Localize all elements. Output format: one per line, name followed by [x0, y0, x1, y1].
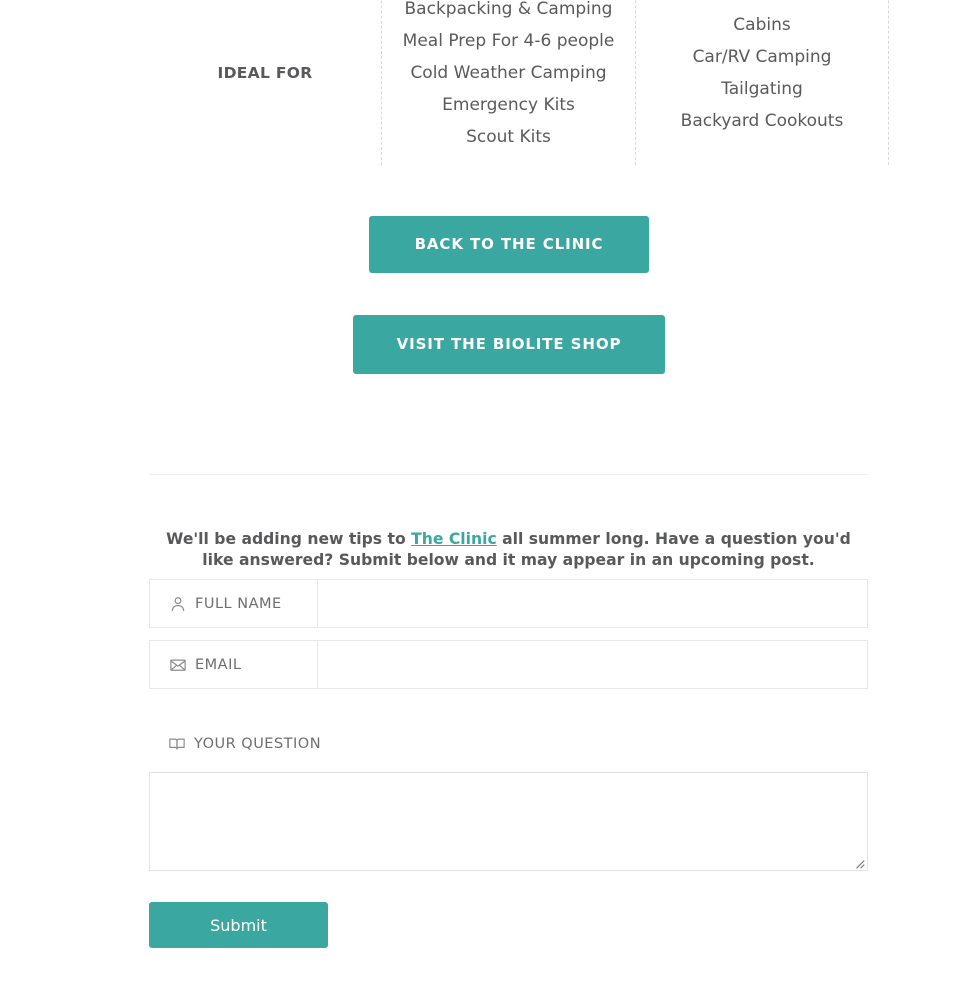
envelope-icon: [170, 659, 186, 671]
full-name-label: FULL NAME: [195, 595, 282, 612]
list-item: Meal Prep For 4-6 people: [402, 31, 615, 51]
list-item: Scout Kits: [466, 127, 551, 147]
full-name-label-box: FULL NAME: [149, 579, 318, 628]
ideal-for-label: IDEAL FOR: [217, 64, 313, 82]
intro-text-before: We'll be adding new tips to: [166, 529, 412, 548]
your-question-label: YOUR QUESTION: [194, 736, 322, 752]
list-item: Backyard Cookouts: [680, 111, 844, 131]
the-clinic-link[interactable]: The Clinic: [411, 530, 497, 548]
list-item: Cold Weather Camping: [410, 63, 607, 83]
email-input[interactable]: [318, 640, 868, 689]
ideal-for-label-cell: IDEAL FOR: [149, 0, 381, 165]
full-name-input[interactable]: [318, 579, 868, 628]
intro-paragraph: We'll be adding new tips to The Clinic a…: [149, 529, 868, 571]
list-item: Tailgating: [721, 79, 803, 99]
your-question-textarea-wrap: [149, 772, 868, 871]
back-to-clinic-button[interactable]: BACK TO THE CLINIC: [369, 216, 649, 273]
visit-biolite-shop-button[interactable]: VISIT THE BIOLITE SHOP: [353, 315, 665, 374]
email-label: EMAIL: [195, 656, 242, 673]
full-name-field-row: FULL NAME: [149, 579, 868, 628]
your-question-textarea[interactable]: [149, 772, 868, 871]
list-item: Cabins: [733, 15, 791, 35]
question-submission-form: FULL NAME EMAIL YOUR QUESTION Submit: [149, 579, 868, 948]
list-item: Backpacking & Camping: [404, 0, 613, 19]
email-field-row: EMAIL: [149, 640, 868, 689]
book-icon: [169, 738, 185, 750]
ideal-for-column-2: Cabins Car/RV Camping Tailgating Backyar…: [636, 0, 889, 165]
list-item: Emergency Kits: [442, 95, 575, 115]
section-divider: [149, 474, 868, 475]
submit-button[interactable]: Submit: [149, 902, 328, 948]
your-question-label-row: YOUR QUESTION: [149, 735, 868, 753]
ideal-for-column-1: Backpacking & Camping Meal Prep For 4-6 …: [381, 0, 636, 165]
ideal-for-comparison-row: IDEAL FOR Backpacking & Camping Meal Pre…: [149, 0, 889, 165]
user-icon: [171, 596, 185, 611]
email-label-box: EMAIL: [149, 640, 318, 689]
list-item: Car/RV Camping: [692, 47, 832, 67]
